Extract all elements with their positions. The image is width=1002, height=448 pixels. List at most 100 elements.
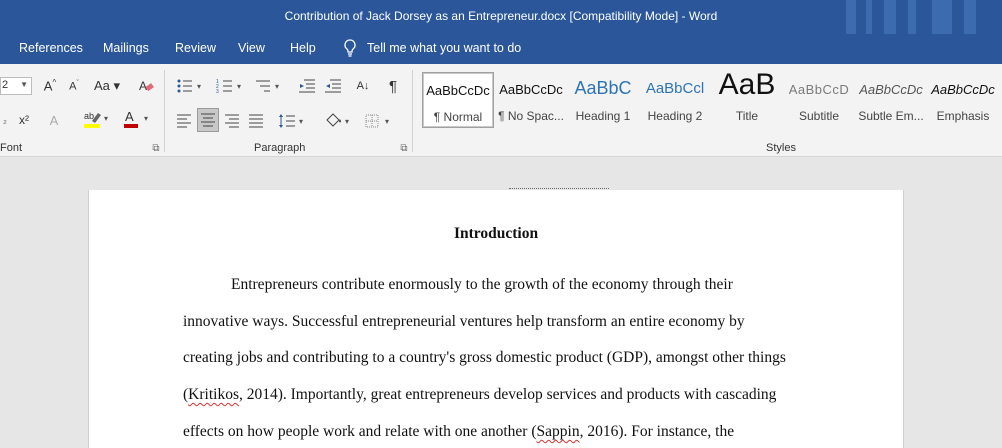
svg-text:▾: ▾ <box>275 82 279 91</box>
increase-indent-icon <box>325 79 341 93</box>
style-name: ¶ No Spac... <box>498 109 564 123</box>
shrink-font-button[interactable]: Aˇ <box>64 76 84 96</box>
align-left-button[interactable] <box>174 110 194 132</box>
tab-mailings[interactable]: Mailings <box>103 41 149 55</box>
font-dialog-launcher[interactable]: ⧉ <box>150 142 162 154</box>
svg-text:▾: ▾ <box>299 117 303 126</box>
body-line: Entrepreneurs contribute enormously to t… <box>231 276 733 293</box>
decrease-indent-button[interactable] <box>296 76 318 96</box>
align-center-button[interactable] <box>197 108 219 132</box>
highlight-color-button[interactable]: ab ▾ <box>80 108 114 130</box>
sort-button[interactable]: A↓ <box>352 76 374 96</box>
numbering-icon: 123▾ <box>216 79 241 94</box>
style-name: Emphasis <box>936 109 990 123</box>
dialog-launcher-icon: ⧉ <box>152 142 160 154</box>
tab-review[interactable]: Review <box>175 41 216 55</box>
text-effects-button[interactable]: A <box>44 110 64 130</box>
styles-group-label: Styles <box>766 142 796 154</box>
chevron-down-icon: ▼ <box>20 80 28 89</box>
style-heading-1[interactable]: AaBbC Heading 1 <box>568 72 638 126</box>
borders-icon: ▾ <box>365 114 389 128</box>
svg-text:▾: ▾ <box>197 82 201 91</box>
style-subtitle[interactable]: AaBbCcD Subtitle <box>784 72 854 126</box>
style-sample: AaBbCcl <box>645 80 705 97</box>
group-separator <box>412 70 413 152</box>
ribbon-tabs: References Mailings Review View Help Tel… <box>0 34 1002 64</box>
show-hide-marks-button[interactable]: ¶ <box>382 76 404 96</box>
style-emphasis[interactable]: AaBbCcDc Emphasis <box>928 72 998 126</box>
tell-me-text: Tell me what you want to do <box>367 41 522 55</box>
style-sample: AaBbCcDc <box>499 82 563 97</box>
tab-help[interactable]: Help <box>290 41 316 55</box>
group-separator <box>164 70 165 152</box>
spelling-error[interactable]: Kritikos <box>188 386 239 403</box>
tab-view[interactable]: View <box>238 41 265 55</box>
section-heading: Introduction <box>453 225 539 242</box>
style-name: Heading 2 <box>647 109 703 123</box>
style-name: Heading 1 <box>575 109 631 123</box>
paint-bucket-icon: ▾ <box>326 113 349 127</box>
line-spacing-button[interactable]: ▾ <box>276 110 310 132</box>
bullets-icon: ▾ <box>177 79 201 93</box>
svg-text:▾: ▾ <box>345 117 349 126</box>
shading-button[interactable]: ▾ <box>322 110 356 132</box>
change-case-button[interactable]: Aa ▾ <box>92 76 122 96</box>
font-color-button[interactable]: A ▾ <box>120 108 154 130</box>
font-group-label: Font <box>0 142 23 154</box>
subscript-button[interactable]: ₂ <box>0 110 10 130</box>
tab-references[interactable]: References <box>19 41 83 55</box>
increase-indent-button[interactable] <box>322 76 344 96</box>
justify-button[interactable] <box>246 110 266 132</box>
style-name: ¶ Normal <box>433 110 483 124</box>
style-sample: AaBbCcDc <box>931 82 995 97</box>
svg-text:3: 3 <box>216 89 219 94</box>
style-title[interactable]: AaB Title <box>712 68 782 126</box>
style-name: Subtle Em... <box>858 109 924 123</box>
align-left-icon <box>177 114 191 128</box>
svg-text:▾: ▾ <box>104 114 108 123</box>
svg-text:A: A <box>139 79 147 93</box>
multilevel-list-button[interactable]: ▾ <box>252 76 286 96</box>
highlight-color-swatch <box>84 124 100 128</box>
superscript-button[interactable]: x² <box>14 110 34 130</box>
body-line: innovative ways. Successful entrepreneur… <box>183 313 745 330</box>
tell-me-box[interactable]: Tell me what you want to do <box>343 39 521 57</box>
subscript-icon: ₂ <box>3 114 7 126</box>
font-color-swatch <box>124 124 138 128</box>
title-bar: Contribution of Jack Dorsey as an Entrep… <box>0 0 1002 34</box>
style-subtle-emphasis[interactable]: AaBbCcDc Subtle Em... <box>856 72 926 126</box>
style-sample: AaBbC <box>574 78 632 98</box>
style-name: Title <box>735 109 759 123</box>
grow-font-icon: A^ <box>43 78 57 94</box>
paragraph-group-label: Paragraph <box>254 142 306 154</box>
font-color-icon: A ▾ <box>124 109 148 128</box>
numbering-button[interactable]: 1 2 3 ▾ <box>214 76 248 96</box>
lightbulb-icon <box>344 39 356 57</box>
align-right-button[interactable] <box>222 110 242 132</box>
borders-button[interactable]: ▾ <box>362 110 396 132</box>
dialog-launcher-icon: ⧉ <box>400 142 408 154</box>
multilevel-list-icon: ▾ <box>256 80 279 92</box>
style-normal[interactable]: AaBbCcDc ¶ Normal <box>422 72 494 128</box>
document-page[interactable]: Introduction Entrepreneurs contribute en… <box>88 188 904 448</box>
body-line: effects on how people work and relate wi… <box>183 423 734 441</box>
shrink-font-icon: Aˇ <box>69 79 79 93</box>
bullets-button[interactable]: ▾ <box>174 76 208 96</box>
svg-text:▾: ▾ <box>385 117 389 126</box>
text-run: , 2016). For instance, the <box>579 423 735 440</box>
clear-formatting-button[interactable]: A <box>136 76 156 96</box>
svg-text:▾: ▾ <box>237 82 241 91</box>
window-title: Contribution of Jack Dorsey as an Entrep… <box>284 9 718 23</box>
style-heading-2[interactable]: AaBbCcl Heading 2 <box>640 72 710 126</box>
style-sample: AaBbCcDc <box>426 83 490 98</box>
font-size-combo[interactable]: 2 ▼ <box>0 77 32 95</box>
eraser-icon: A <box>139 79 154 93</box>
style-no-spacing[interactable]: AaBbCcDc ¶ No Spac... <box>496 72 566 126</box>
font-size-value: 2 <box>2 79 9 91</box>
svg-text:ab: ab <box>84 111 94 121</box>
paragraph-dialog-launcher[interactable]: ⧉ <box>398 142 410 154</box>
spelling-error[interactable]: Sappin <box>537 423 580 440</box>
grow-font-button[interactable]: A^ <box>40 76 60 96</box>
text-effects-icon: A <box>49 112 59 128</box>
sort-icon: A↓ <box>356 80 370 92</box>
